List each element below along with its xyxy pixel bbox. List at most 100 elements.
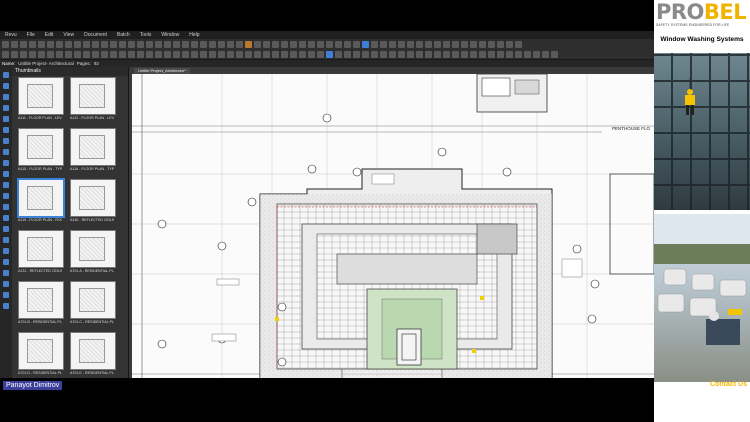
tool-button-icon[interactable] [488, 51, 495, 58]
tool-button-icon[interactable] [353, 41, 360, 48]
panel-tab-icon[interactable] [3, 215, 9, 221]
contact-website[interactable]: www.Pro-Bel.com [654, 398, 747, 407]
tool-button-icon[interactable] [326, 41, 333, 48]
tool-button-icon[interactable] [74, 51, 81, 58]
tool-button-icon[interactable] [524, 51, 531, 58]
thumbnail-page[interactable]: A701.E - RESIDENTIAL PLA [70, 332, 116, 375]
tool-button-icon[interactable] [173, 51, 180, 58]
tool-button-icon[interactable] [371, 41, 378, 48]
tool-button-icon[interactable] [317, 41, 324, 48]
tool-button-icon[interactable] [236, 41, 243, 48]
tool-button-icon[interactable] [119, 51, 126, 58]
tool-button-icon[interactable] [209, 51, 216, 58]
panel-tab-icon[interactable] [3, 83, 9, 89]
tool-button-icon[interactable] [56, 41, 63, 48]
panel-tab-icon[interactable] [3, 193, 9, 199]
tool-button-icon[interactable] [407, 51, 414, 58]
panel-tab-icon[interactable] [3, 171, 9, 177]
tool-button-icon[interactable] [335, 41, 342, 48]
tool-button-icon[interactable] [74, 41, 81, 48]
thumbnail-page[interactable]: A116 - FLOOR PLAN - TYPE [70, 128, 116, 171]
thumbnail-page[interactable]: A111 - FLOOR PLAN - LEVEL 1 [18, 77, 64, 120]
tool-button-icon[interactable] [164, 51, 171, 58]
tool-button-icon[interactable] [551, 51, 558, 58]
tool-button-icon[interactable] [227, 51, 234, 58]
tool-button-icon[interactable] [281, 51, 288, 58]
tool-button-icon[interactable] [389, 51, 396, 58]
tool-button-icon[interactable] [362, 51, 369, 58]
tool-button-icon[interactable] [236, 51, 243, 58]
tool-button-icon[interactable] [20, 51, 27, 58]
tool-button-icon[interactable] [335, 51, 342, 58]
tool-button-icon[interactable] [308, 51, 315, 58]
tool-button-icon[interactable] [173, 41, 180, 48]
tool-button-icon[interactable] [380, 41, 387, 48]
tool-button-icon[interactable] [515, 41, 522, 48]
tool-button-icon[interactable] [254, 51, 261, 58]
tool-button-icon[interactable] [137, 41, 144, 48]
tool-button-icon[interactable] [182, 51, 189, 58]
tool-button-icon[interactable] [65, 41, 72, 48]
tool-button-icon[interactable] [56, 51, 63, 58]
thumbnail-page[interactable]: A701.B - RESIDENTIAL PLA [18, 281, 64, 324]
tool-button-icon[interactable] [290, 51, 297, 58]
panel-tab-icon[interactable] [3, 303, 9, 309]
tool-button-icon[interactable] [263, 51, 270, 58]
menu-item-tools[interactable]: Tools [135, 31, 157, 39]
tool-button-icon[interactable] [146, 51, 153, 58]
tool-button-icon[interactable] [119, 41, 126, 48]
tool-button-icon[interactable] [344, 41, 351, 48]
tool-button-icon[interactable] [254, 41, 261, 48]
panel-tab-icon[interactable] [3, 160, 9, 166]
thumbnail-page[interactable]: A115 - FLOOR PLAN - TYPE [18, 128, 64, 171]
menu-item-batch[interactable]: Batch [112, 31, 135, 39]
tool-button-icon[interactable] [299, 51, 306, 58]
tool-button-icon[interactable] [182, 41, 189, 48]
menu-item-window[interactable]: Window [156, 31, 184, 39]
tool-button-icon[interactable] [92, 41, 99, 48]
tool-button-icon[interactable] [479, 51, 486, 58]
panel-tab-icon[interactable] [3, 292, 9, 298]
panel-tab-icon[interactable] [3, 116, 9, 122]
drawing-sheet[interactable]: PENTHOUSE FLO [132, 73, 654, 382]
tool-button-icon[interactable] [191, 51, 198, 58]
menu-item-revu[interactable]: Revu [0, 31, 22, 39]
tool-button-icon[interactable] [47, 51, 54, 58]
tool-button-icon[interactable] [146, 41, 153, 48]
tool-button-icon[interactable] [299, 41, 306, 48]
tool-button-icon[interactable] [317, 51, 324, 58]
panel-tab-icon[interactable] [3, 259, 9, 265]
tool-button-icon[interactable] [128, 51, 135, 58]
tool-button-icon[interactable] [407, 41, 414, 48]
tool-button-icon[interactable] [110, 51, 117, 58]
tool-button-icon[interactable] [470, 51, 477, 58]
tool-button-icon[interactable] [263, 41, 270, 48]
contact-email[interactable]: Marketing@Pro-Bel.com [654, 407, 747, 416]
tool-button-icon[interactable] [461, 51, 468, 58]
tool-button-icon[interactable] [164, 41, 171, 48]
panel-tab-icon[interactable] [3, 248, 9, 254]
tool-button-icon[interactable] [515, 51, 522, 58]
tool-button-icon[interactable] [488, 41, 495, 48]
tool-button-icon[interactable] [83, 51, 90, 58]
tool-button-icon[interactable] [29, 41, 36, 48]
tool-button-icon[interactable] [479, 41, 486, 48]
tool-button-icon[interactable] [2, 51, 9, 58]
tool-button-icon[interactable] [542, 51, 549, 58]
panel-tab-icon[interactable] [3, 226, 9, 232]
panel-tab-icon[interactable] [3, 127, 9, 133]
panel-tab-icon[interactable] [3, 270, 9, 276]
tool-button-icon[interactable] [227, 41, 234, 48]
menu-item-file[interactable]: File [22, 31, 40, 39]
tool-button-icon[interactable] [38, 51, 45, 58]
tool-button-icon[interactable] [344, 51, 351, 58]
tool-button-icon[interactable] [506, 51, 513, 58]
tool-button-icon[interactable] [101, 41, 108, 48]
tool-button-icon[interactable] [443, 41, 450, 48]
thumbnail-page[interactable]: A130 - REFLECTED CEILING [70, 179, 116, 222]
tool-button-icon[interactable] [461, 41, 468, 48]
tool-button-icon[interactable] [353, 51, 360, 58]
tool-button-icon[interactable] [425, 51, 432, 58]
tool-button-icon[interactable] [308, 41, 315, 48]
tool-button-icon[interactable] [38, 41, 45, 48]
